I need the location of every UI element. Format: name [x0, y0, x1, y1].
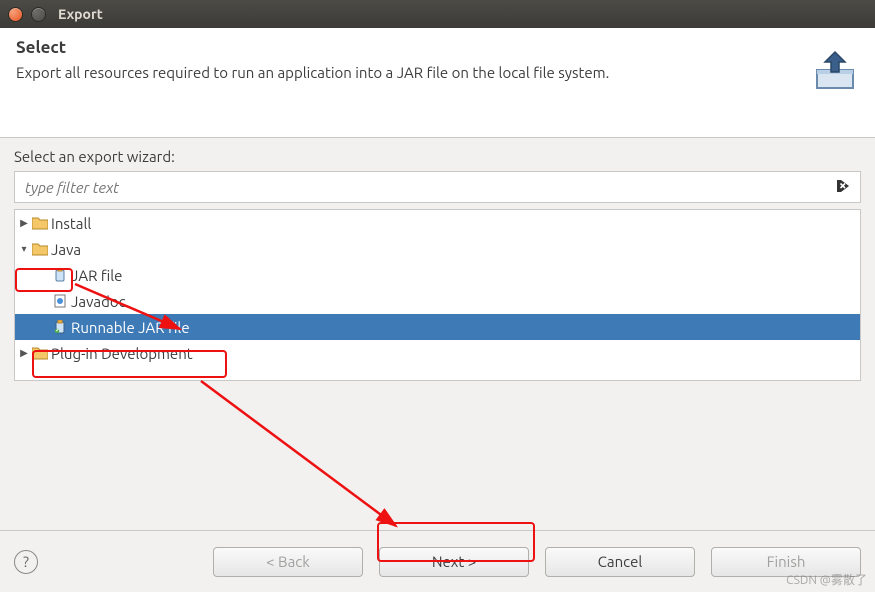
- tree-item-label: JAR file: [71, 267, 122, 284]
- folder-icon: [31, 216, 49, 230]
- tree-item-jar-file[interactable]: JAR file: [15, 262, 860, 288]
- tree-item-java[interactable]: ▾ Java: [15, 236, 860, 262]
- page-title: Select: [16, 38, 859, 57]
- folder-icon: [31, 242, 49, 256]
- dialog-header: Select Export all resources required to …: [0, 28, 875, 138]
- caret-icon: ▾: [19, 243, 29, 255]
- next-button[interactable]: Next >: [379, 547, 529, 577]
- dialog-footer: ? < Back Next > Cancel Finish: [0, 530, 875, 592]
- tree-item-label: Plug-in Development: [51, 345, 193, 362]
- caret-icon: ▶: [19, 347, 29, 359]
- export-icon: [813, 48, 857, 95]
- help-button[interactable]: ?: [14, 550, 38, 574]
- tree-item-install[interactable]: ▶ Install: [15, 210, 860, 236]
- filter-input[interactable]: [23, 178, 836, 197]
- filter-field[interactable]: [14, 171, 861, 203]
- tree-item-plugin-dev[interactable]: ▶ Plug-in Development: [15, 340, 860, 366]
- help-icon: ?: [23, 553, 29, 570]
- window-title: Export: [58, 6, 103, 22]
- window-titlebar: Export: [0, 0, 875, 28]
- tree-item-runnable-jar[interactable]: Runnable JAR file: [15, 314, 860, 340]
- wizard-tree[interactable]: ▶ Install ▾ Java JAR file Javadoc: [14, 209, 861, 381]
- caret-icon: ▶: [19, 217, 29, 229]
- window-close-button[interactable]: [8, 7, 23, 22]
- watermark: CSDN @雾散了: [786, 571, 867, 588]
- cancel-button[interactable]: Cancel: [545, 547, 695, 577]
- clear-filter-icon[interactable]: [836, 179, 852, 195]
- doc-icon: [51, 294, 69, 308]
- jar-icon: [51, 268, 69, 282]
- folder-icon: [31, 346, 49, 360]
- wizard-select-label: Select an export wizard:: [14, 148, 861, 165]
- tree-item-label: Java: [51, 241, 81, 258]
- tree-item-label: Install: [51, 215, 91, 232]
- tree-item-label: Runnable JAR file: [71, 319, 190, 336]
- dialog-body: Select an export wizard: ▶ Install ▾ Jav…: [0, 138, 875, 381]
- tree-item-label: Javadoc: [71, 293, 126, 310]
- tree-item-javadoc[interactable]: Javadoc: [15, 288, 860, 314]
- page-description: Export all resources required to run an …: [16, 63, 756, 83]
- window-minimize-button[interactable]: [31, 7, 46, 22]
- jar-icon: [51, 320, 69, 334]
- back-button[interactable]: < Back: [213, 547, 363, 577]
- annotation-arrow-2: [196, 376, 416, 546]
